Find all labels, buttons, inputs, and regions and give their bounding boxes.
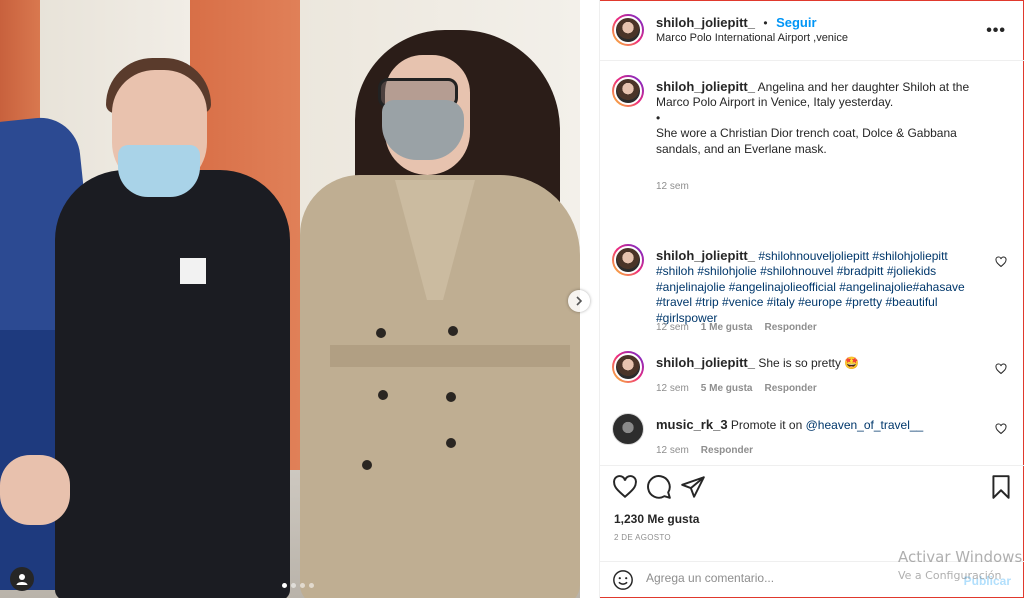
avatar[interactable] (612, 351, 644, 383)
carousel-dot (291, 583, 296, 588)
carousel-dots (282, 583, 314, 588)
comment-item: shiloh_joliepitt_ #shilohnouveljoliepitt… (612, 244, 1017, 344)
watermark-title: Activar Windows (898, 548, 1023, 566)
carousel-dot (300, 583, 305, 588)
comment-text: Promote it on (730, 418, 806, 432)
reply-button[interactable]: Responder (764, 383, 816, 394)
chevron-right-icon (576, 296, 583, 306)
caption-bullet: • (656, 110, 661, 125)
comment-meta: 12 sem 5 Me gusta Responder (656, 383, 817, 394)
photo-coat-button (376, 328, 386, 338)
comment-username[interactable]: shiloh_joliepitt_ (656, 248, 755, 263)
post-details-panel: shiloh_joliepitt_ • Seguir Marco Polo In… (599, 0, 1024, 598)
photo-girl-hoodie (55, 170, 290, 598)
user-icon (16, 574, 28, 585)
avatar[interactable] (612, 14, 644, 46)
comment-item: shiloh_joliepitt_ She is so pretty 🤩 12 … (612, 351, 1017, 401)
windows-activation-watermark: Activar Windows Ve a Configuración (898, 548, 1022, 582)
more-options-button[interactable]: ••• (986, 22, 1006, 40)
bookmark-icon[interactable] (988, 474, 1014, 500)
heart-icon[interactable] (995, 363, 1007, 375)
comment-body: music_rk_3 Promote it on @heaven_of_trav… (656, 417, 986, 433)
heart-icon[interactable] (995, 423, 1007, 435)
emoji-icon[interactable] (612, 569, 634, 591)
caption-text-2: She wore a Christian Dior trench coat, D… (656, 126, 957, 156)
comment-time[interactable]: 12 sem (656, 445, 689, 456)
follow-button[interactable]: Seguir (776, 15, 816, 30)
comment-likes[interactable]: 1 Me gusta (701, 322, 753, 333)
post-header: shiloh_joliepitt_ • Seguir Marco Polo In… (600, 0, 1024, 61)
photo-coat-button (362, 460, 372, 470)
photo-girl-mask (118, 145, 200, 197)
comment-likes[interactable]: 5 Me gusta (701, 383, 753, 394)
comment-body: shiloh_joliepitt_ #shilohnouveljoliepitt… (656, 248, 986, 326)
photo-hoodie-logo (180, 258, 206, 284)
comment-time[interactable]: 12 sem (656, 383, 689, 394)
share-icon[interactable] (680, 474, 706, 500)
comments-list[interactable]: shiloh_joliepitt_ Angelina and her daugh… (600, 61, 1024, 465)
carousel-dot (309, 583, 314, 588)
post-location[interactable]: Marco Polo International Airport ,venice (656, 32, 848, 44)
carousel-next-button[interactable] (568, 290, 590, 312)
heart-icon[interactable] (612, 474, 638, 500)
comment-icon[interactable] (646, 474, 672, 500)
comment-time[interactable]: 12 sem (656, 322, 689, 333)
tagged-users-button[interactable] (10, 567, 34, 591)
comment-meta: 12 sem 1 Me gusta Responder (656, 322, 817, 333)
comment-text: She is so pretty 🤩 (758, 356, 860, 370)
post-photo[interactable] (0, 0, 599, 598)
avatar[interactable] (612, 75, 644, 107)
comment-mention[interactable]: @heaven_of_travel__ (806, 418, 924, 432)
caption: shiloh_joliepitt_ Angelina and her daugh… (612, 75, 1017, 195)
likes-count[interactable]: 1,230 Me gusta (614, 512, 699, 526)
comment-username[interactable]: shiloh_joliepitt_ (656, 355, 755, 370)
caption-meta: 12 sem (656, 181, 689, 192)
photo-coat-belt (330, 345, 570, 367)
photo-coat-button (448, 326, 458, 336)
photo-coat-button (378, 390, 388, 400)
photo-woman-mask (382, 100, 464, 160)
heart-icon[interactable] (995, 256, 1007, 268)
carousel-dot (282, 583, 287, 588)
header-separator: • (763, 16, 768, 30)
caption-time[interactable]: 12 sem (656, 181, 689, 192)
watermark-subtitle: Ve a Configuración (898, 569, 1002, 582)
caption-body: shiloh_joliepitt_ Angelina and her daugh… (656, 79, 986, 157)
photo-coat-button (446, 438, 456, 448)
reply-button[interactable]: Responder (701, 445, 753, 456)
comment-item: music_rk_3 Promote it on @heaven_of_trav… (612, 413, 1017, 463)
more-horizontal-icon: ••• (986, 22, 1006, 39)
avatar[interactable] (612, 413, 644, 445)
photo-coat-button (446, 392, 456, 402)
post-date[interactable]: 2 DE AGOSTO (614, 533, 671, 542)
comment-body: shiloh_joliepitt_ She is so pretty 🤩 (656, 355, 986, 371)
comment-meta: 12 sem Responder (656, 445, 753, 456)
reply-button[interactable]: Responder (764, 322, 816, 333)
post-username[interactable]: shiloh_joliepitt_ (656, 15, 755, 30)
caption-username[interactable]: shiloh_joliepitt_ (656, 79, 755, 94)
photo-hand (0, 455, 70, 525)
avatar[interactable] (612, 244, 644, 276)
comment-username[interactable]: music_rk_3 (656, 417, 728, 432)
